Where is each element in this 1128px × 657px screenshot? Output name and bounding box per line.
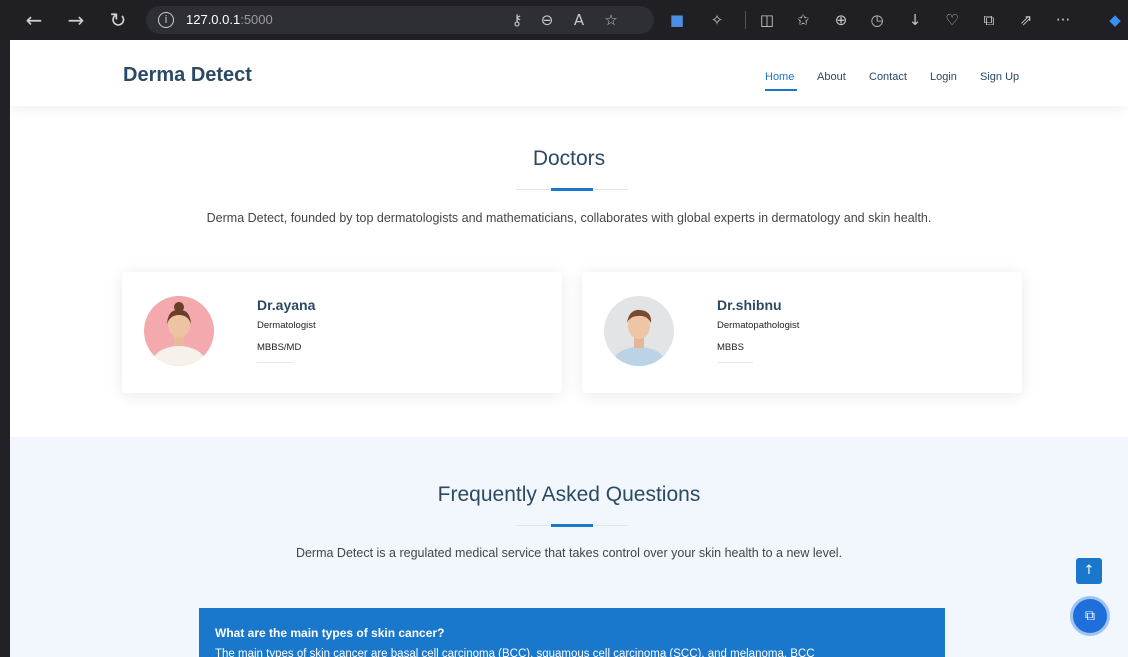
browser-toolbar: ← → ↻ i 127.0.0.1:5000 ⚷ ⊖ A ☆ ■ ✧ ◫ ✩ ⊕… xyxy=(0,0,1128,40)
arrow-up-icon: ↑ xyxy=(1083,563,1095,578)
nav-active-indicator xyxy=(765,89,797,91)
read-aloud-icon[interactable]: A xyxy=(568,9,590,31)
chat-icon: ⧉ xyxy=(1085,608,1095,624)
nav-contact[interactable]: Contact xyxy=(869,71,907,83)
site-header: Derma Detect Home About Contact Login Si… xyxy=(10,40,1128,106)
doctor-avatar xyxy=(144,296,214,366)
nav-about[interactable]: About xyxy=(817,71,846,83)
doctor-card: Dr.shibnu Dermatopathologist MBBS xyxy=(582,272,1022,393)
url-port: :5000 xyxy=(240,12,273,27)
chat-button[interactable]: ⧉ xyxy=(1070,596,1110,636)
copilot-icon[interactable]: ◆ xyxy=(1104,9,1126,31)
favorites-icon[interactable]: ✩ xyxy=(792,9,814,31)
doctor-divider xyxy=(257,362,293,363)
forward-icon[interactable]: → xyxy=(64,8,88,32)
zoom-icon[interactable]: ⊖ xyxy=(536,9,558,31)
back-to-top-button[interactable]: ↑ xyxy=(1076,558,1102,584)
address-bar[interactable]: i 127.0.0.1:5000 ⚷ ⊖ A ☆ xyxy=(146,6,654,34)
doctor-name: Dr.shibnu xyxy=(717,297,782,313)
faq-question[interactable]: What are the main types of skin cancer? xyxy=(215,626,444,640)
nav-home[interactable]: Home xyxy=(765,71,794,83)
doctor-name: Dr.ayana xyxy=(257,297,316,313)
refresh-icon[interactable]: ↻ xyxy=(106,8,130,32)
doctor-degree: MBBS xyxy=(717,342,744,353)
faq-description: Derma Detect is a regulated medical serv… xyxy=(295,546,843,560)
doctor-avatar xyxy=(604,296,674,366)
download-icon[interactable]: ↓ xyxy=(904,9,926,31)
translate-icon[interactable]: ■ xyxy=(666,9,688,31)
extensions-icon[interactable]: ✧ xyxy=(706,9,728,31)
faq-answer: The main types of skin cancer are basal … xyxy=(215,648,815,657)
nav-login[interactable]: Login xyxy=(930,71,957,83)
doctor-role: Dermatologist xyxy=(257,320,316,331)
back-icon[interactable]: ← xyxy=(22,8,46,32)
info-icon[interactable]: i xyxy=(158,12,174,28)
doctor-card: Dr.ayana Dermatologist MBBS/MD xyxy=(122,272,562,393)
key-icon[interactable]: ⚷ xyxy=(506,9,528,31)
share-icon[interactable]: ⇗ xyxy=(1015,9,1037,31)
faq-title-accent xyxy=(551,524,593,527)
screenshot-icon[interactable]: ⧉ xyxy=(978,9,1000,31)
url-text[interactable]: 127.0.0.1:5000 xyxy=(186,12,273,27)
favorite-star-icon[interactable]: ☆ xyxy=(600,9,622,31)
window-edge xyxy=(0,40,10,657)
doctors-description: Derma Detect, founded by top dermatologi… xyxy=(206,211,932,225)
doctors-title: Doctors xyxy=(532,147,606,170)
url-host: 127.0.0.1 xyxy=(186,12,241,27)
health-icon[interactable]: ♡ xyxy=(941,9,963,31)
history-icon[interactable]: ◷ xyxy=(866,9,888,31)
faq-title: Frequently Asked Questions xyxy=(437,483,701,506)
site-logo[interactable]: Derma Detect xyxy=(123,64,252,87)
doctor-divider xyxy=(717,362,753,363)
collections-icon[interactable]: ⊕ xyxy=(830,9,852,31)
toolbar-divider xyxy=(745,11,746,29)
doctor-degree: MBBS/MD xyxy=(257,342,302,353)
split-screen-icon[interactable]: ◫ xyxy=(756,9,778,31)
faq-item[interactable]: What are the main types of skin cancer? … xyxy=(199,608,945,657)
nav-sign-up[interactable]: Sign Up xyxy=(980,71,1019,83)
doctor-role: Dermatopathologist xyxy=(717,320,800,331)
more-icon[interactable]: ··· xyxy=(1052,9,1074,31)
doctors-title-accent xyxy=(551,188,593,191)
page: Derma Detect Home About Contact Login Si… xyxy=(10,40,1128,657)
faq-section: Frequently Asked Questions Derma Detect … xyxy=(10,437,1128,657)
